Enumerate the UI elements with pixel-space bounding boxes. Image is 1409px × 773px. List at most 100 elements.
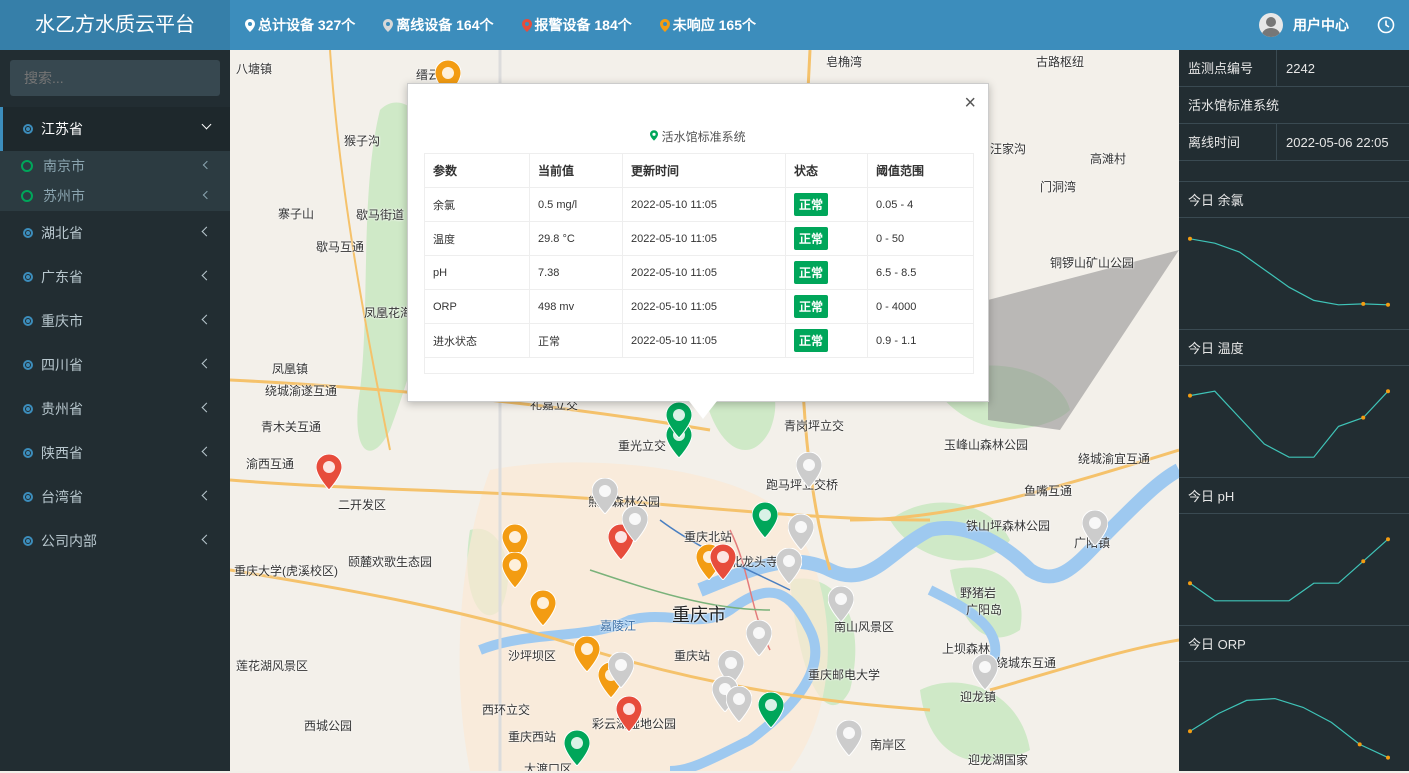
trend-chart[interactable] (1179, 662, 1409, 773)
trend-chart[interactable] (1179, 366, 1409, 477)
trend-chart[interactable] (1179, 218, 1409, 329)
device-marker-icon[interactable] (616, 696, 642, 732)
table-cell: 0.5 mg/l (529, 187, 623, 222)
chart-title: 今日 pH (1179, 477, 1409, 514)
trend-line (1189, 538, 1389, 602)
region-menu: 江苏省 南京市 苏州市 湖北省 广东省 重庆市 四川省 贵州省 陕西省 台湾省 … (0, 107, 230, 563)
chevron-left-icon (202, 190, 212, 200)
menu-item-guangdong[interactable]: 广东省 (0, 255, 230, 299)
menu-item-label: 台湾省 (41, 489, 83, 505)
submenu-item-nanjing[interactable]: 南京市 (0, 151, 230, 181)
offline-time-value: 2022-05-06 22:05 (1286, 134, 1389, 150)
device-marker-icon[interactable] (564, 730, 590, 766)
status-badge: 正常 (794, 193, 829, 216)
device-marker-icon[interactable] (776, 548, 802, 584)
device-marker-icon[interactable] (592, 478, 618, 514)
marker-core (835, 593, 847, 605)
app-brand[interactable]: 水乙方水质云平台 (0, 0, 230, 50)
search-input[interactable] (10, 60, 220, 96)
device-marker-icon[interactable] (726, 686, 752, 722)
table-cell: 正常 (785, 221, 868, 256)
stat-alarm[interactable]: 报警设备 184个 (521, 15, 632, 35)
circle-dot-icon (23, 124, 33, 134)
device-marker-icon[interactable] (828, 586, 854, 622)
trend-line (1189, 697, 1389, 759)
location-pin-icon (383, 18, 394, 32)
trend-point (1386, 755, 1390, 760)
menu-item-chongqing[interactable]: 重庆市 (0, 299, 230, 343)
chart-title: 今日 ORP (1179, 625, 1409, 662)
menu-item-hubei[interactable]: 湖北省 (0, 211, 230, 255)
status-badge: 正常 (794, 261, 829, 284)
submenu-item-suzhou[interactable]: 苏州市 (0, 181, 230, 211)
device-marker-icon[interactable] (758, 692, 784, 728)
menu-item-taiwan[interactable]: 台湾省 (0, 475, 230, 519)
device-marker-icon[interactable] (1082, 510, 1108, 546)
marker-core (581, 643, 593, 655)
stat-total[interactable]: 总计设备 327个 (245, 15, 355, 35)
marker-core (537, 597, 549, 609)
map-place-label: 古路枢纽 (1036, 55, 1085, 69)
marker-core (442, 67, 454, 79)
map-place-label: 鱼嘴互通 (1024, 484, 1073, 498)
trend-charts: 今日 余氯 今日 温度 今日 pH 今日 ORP (1179, 181, 1409, 773)
device-marker-icon[interactable] (622, 506, 648, 542)
table-cell: 正常 (785, 323, 868, 358)
chevron-left-icon (201, 402, 212, 413)
device-detail-popup: × 活水馆标准系统 参数 当前值 更新时间 状态 阈值范围 余氯 0.5 mg/l… (407, 83, 989, 402)
device-marker-icon[interactable] (796, 452, 822, 488)
stat-offline[interactable]: 离线设备 164个 (383, 15, 494, 35)
menu-item-label: 湖北省 (41, 225, 83, 241)
device-marker-icon[interactable] (574, 636, 600, 672)
table-row: 温度 29.8 °C 2022-05-10 11:05 正常 0 - 50 (424, 221, 974, 256)
user-center[interactable]: 用户中心 (1259, 0, 1349, 50)
trend-line (1189, 238, 1389, 306)
menu-item-shaanxi[interactable]: 陕西省 (0, 431, 230, 475)
marker-core (725, 657, 737, 669)
panel-spacer (1179, 161, 1409, 181)
clock-icon[interactable] (1377, 16, 1395, 34)
menu-item-company[interactable]: 公司内部 (0, 519, 230, 563)
device-marker-icon[interactable] (972, 654, 998, 690)
marker-core (623, 703, 635, 715)
menu-item-jiangsu[interactable]: 江苏省 (0, 107, 230, 151)
trend-chart[interactable] (1179, 514, 1409, 625)
trend-chart-svg (1188, 537, 1390, 602)
device-marker-icon[interactable] (836, 720, 862, 756)
map-place-label: 颐麓欢歌生态园 (348, 555, 433, 569)
stat-offline-label: 离线设备 164个 (396, 17, 494, 33)
marker-core (599, 485, 611, 497)
right-info-panel: 监测点编号 2242 活水馆标准系统 离线时间 2022-05-06 22:05… (1179, 50, 1409, 771)
menu-item-label: 重庆市 (41, 313, 83, 329)
device-marker-icon[interactable] (710, 544, 736, 580)
device-marker-icon[interactable] (530, 590, 556, 626)
map-place-label: 门洞湾 (1040, 180, 1077, 194)
point-id-row: 监测点编号 2242 (1179, 50, 1409, 87)
device-marker-icon[interactable] (502, 552, 528, 588)
circle-dot-icon (23, 492, 33, 502)
menu-item-guizhou[interactable]: 贵州省 (0, 387, 230, 431)
system-name: 活水馆标准系统 (1179, 87, 1409, 124)
device-marker-icon[interactable] (752, 502, 778, 538)
stat-noresponse[interactable]: 未响应 165个 (659, 15, 756, 35)
menu-item-sichuan[interactable]: 四川省 (0, 343, 230, 387)
device-marker-icon[interactable] (608, 652, 634, 688)
table-cell: 温度 (424, 221, 530, 256)
map-place-label: 铁山坪森林公园 (966, 519, 1051, 533)
device-marker-icon[interactable] (316, 454, 342, 490)
menu-item-label: 公司内部 (41, 533, 97, 549)
chevron-left-icon (201, 226, 212, 237)
close-icon[interactable]: × (964, 92, 976, 115)
trend-chart-svg (1188, 697, 1390, 760)
device-marker-icon[interactable] (746, 620, 772, 656)
column-header: 当前值 (529, 153, 623, 188)
trend-line (1189, 390, 1389, 458)
device-marker-icon[interactable] (788, 514, 814, 550)
map-place-label: 铜锣山矿山公园 (1050, 256, 1135, 270)
device-stats: 总计设备 327个 离线设备 164个 报警设备 184个 未响应 165个 (245, 0, 784, 50)
map-place-label: 重庆站 (674, 649, 711, 663)
map-place-label: 玉峰山森林公园 (944, 438, 1029, 452)
marker-core (1089, 517, 1101, 529)
table-cell: pH (424, 255, 530, 290)
marker-core (843, 727, 855, 739)
